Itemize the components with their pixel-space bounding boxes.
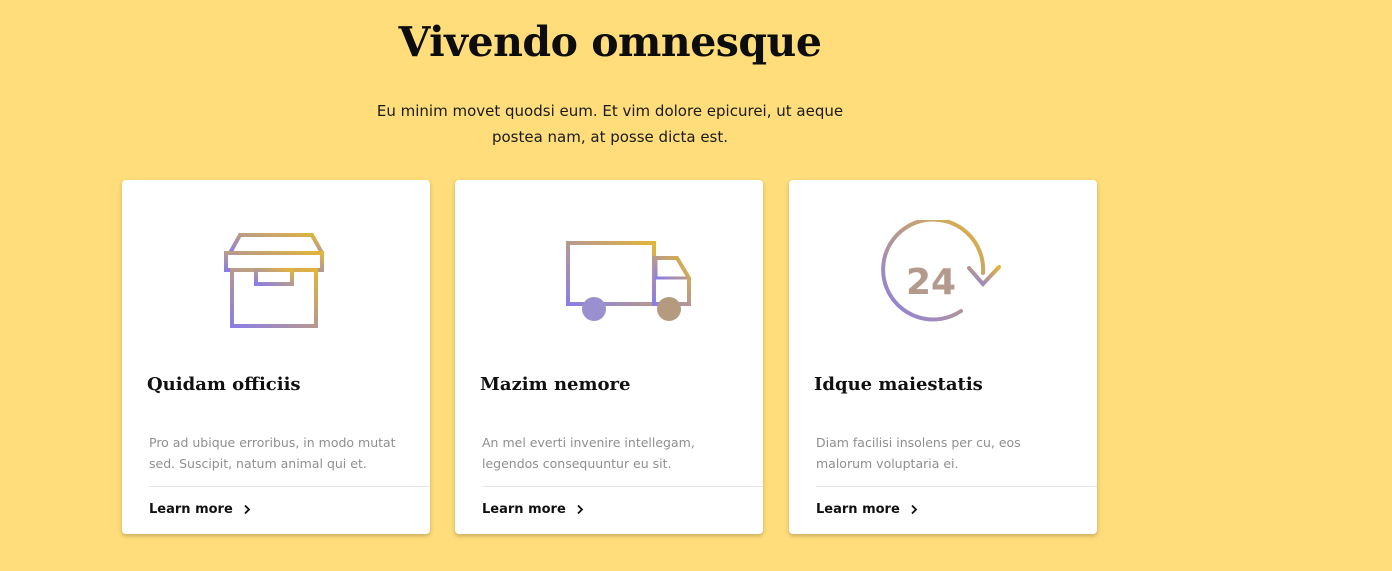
card-divider	[482, 486, 763, 487]
card-description-line-1: Diam facilisi insolens per cu, eos	[816, 435, 1021, 450]
card-description: Diam facilisi insolens per cu, eos malor…	[816, 432, 1076, 474]
card-description: An mel everti invenire intellegam, legen…	[482, 432, 742, 474]
card-description: Pro ad ubique erroribus, in modo mutat s…	[149, 432, 409, 474]
card-divider	[816, 486, 1097, 487]
clock-24-label: 24	[906, 262, 956, 303]
card-title: Mazim nemore	[480, 374, 631, 395]
card-description-line-1: An mel everti invenire intellegam,	[482, 435, 695, 450]
feature-card-1: Quidam officiis Pro ad ubique erroribus,…	[122, 180, 430, 534]
learn-more-label: Learn more	[149, 502, 233, 517]
learn-more-label: Learn more	[482, 502, 566, 517]
card-description-line-2: legendos consequuntur eu sit.	[482, 456, 672, 471]
chevron-right-icon	[910, 504, 918, 515]
chevron-right-icon	[243, 504, 251, 515]
subtitle-line-1: Eu minim movet quodsi eum. Et vim dolore…	[376, 102, 844, 120]
section-title: Vivendo omnesque	[398, 18, 822, 66]
archive-box-icon	[122, 220, 430, 340]
subtitle-line-2: postea nam, at posse dicta est.	[491, 128, 729, 146]
feature-card-3: 24 Idque maiestatis Diam facilisi insole…	[789, 180, 1097, 534]
feature-card-2: Mazim nemore An mel everti invenire inte…	[455, 180, 763, 534]
chevron-right-icon	[576, 504, 584, 515]
card-title: Idque maiestatis	[814, 374, 983, 395]
section-subtitle: Eu minim movet quodsi eum. Et vim dolore…	[360, 98, 860, 150]
card-divider	[149, 486, 430, 487]
clock-24-hours-icon: 24	[789, 220, 1097, 340]
card-title: Quidam officiis	[147, 374, 301, 395]
delivery-truck-icon	[455, 220, 763, 340]
card-description-line-2: sed. Suscipit, natum animal qui et.	[149, 456, 367, 471]
card-description-line-2: malorum voluptaria ei.	[816, 456, 959, 471]
card-description-line-1: Pro ad ubique erroribus, in modo mutat	[149, 435, 396, 450]
learn-more-label: Learn more	[816, 502, 900, 517]
learn-more-link[interactable]: Learn more	[149, 502, 251, 517]
learn-more-link[interactable]: Learn more	[816, 502, 918, 517]
learn-more-link[interactable]: Learn more	[482, 502, 584, 517]
